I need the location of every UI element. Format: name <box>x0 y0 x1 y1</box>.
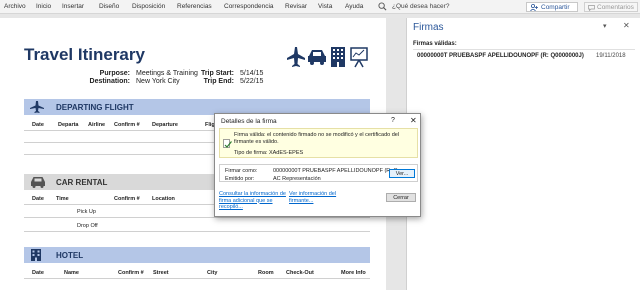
hotel-building-icon <box>31 249 41 261</box>
signature-status-box: Firma válida: el contenido firmado no se… <box>219 128 418 158</box>
column-header: Date <box>32 270 44 276</box>
column-header: Confirm # <box>118 270 144 276</box>
table-rule <box>24 278 370 279</box>
comment-icon <box>588 4 595 11</box>
signer-info-link[interactable]: Ver información del firmante... <box>289 191 347 204</box>
tab-ayuda[interactable]: Ayuda <box>345 3 363 10</box>
car-icon <box>31 177 45 188</box>
destination-value: New York City <box>136 78 180 85</box>
pane-options-icon[interactable]: ▾ <box>603 22 607 30</box>
purpose-value: Meetings & Training <box>136 70 198 77</box>
column-header: Room <box>258 270 274 276</box>
trip-end-label: Trip End: <box>203 78 234 85</box>
help-button[interactable]: ? <box>391 117 395 124</box>
dialog-title: Detalles de la firma <box>221 118 277 125</box>
signer-label: Firmar como: <box>225 168 258 174</box>
signatures-pane: Firmas ▾ ✕ Firmas válidas: 00000000T PRU… <box>406 18 640 290</box>
tab-diseno[interactable]: Diseño <box>99 3 119 10</box>
tell-me-search[interactable]: ¿Qué desea hacer? <box>392 3 449 10</box>
tab-disposicion[interactable]: Disposición <box>132 3 165 10</box>
column-header: Name <box>64 270 79 276</box>
row-label-pick-up: Pick Up <box>77 209 96 215</box>
trip-start-label: Trip Start: <box>200 70 234 77</box>
signature-type: Tipo de firma: XAdES-EPES <box>234 150 304 156</box>
signature-valid-icon <box>223 139 232 148</box>
column-header: Time <box>56 196 69 202</box>
valid-signatures-label: Firmas válidas: <box>413 41 635 50</box>
dialog-close-icon[interactable]: ✕ <box>410 116 417 125</box>
close-button[interactable]: Cerrar <box>386 193 416 202</box>
column-header: Departure <box>152 122 178 128</box>
signature-signer: 00000000T PRUEBASPF APELLIDOUNOPF (R: Q0… <box>417 53 584 59</box>
share-icon <box>530 4 538 11</box>
tab-correspondencia[interactable]: Correspondencia <box>224 3 274 10</box>
issuer-label: Emitido por: <box>225 176 255 182</box>
signature-entry[interactable]: 00000000T PRUEBASPF APELLIDOUNOPF (R: Q0… <box>413 52 635 62</box>
column-header: Confirm # <box>114 196 140 202</box>
airplane-icon <box>287 47 305 67</box>
signature-details-dialog: Detalles de la firma ? ✕ Firma válida: e… <box>214 113 421 217</box>
signature-status-text: Firma válida: el contenido firmado no se… <box>234 132 400 145</box>
column-header: Departa <box>58 122 79 128</box>
document-title: Travel Itinerary <box>24 45 145 64</box>
search-icon[interactable] <box>378 2 387 11</box>
table-rule <box>24 231 370 232</box>
section-title: CAR RENTAL <box>56 178 108 187</box>
section-title: DEPARTING FLIGHT <box>56 103 134 112</box>
tab-referencias[interactable]: Referencias <box>177 3 212 10</box>
column-header: Date <box>32 196 44 202</box>
column-header: Check-Out <box>286 270 314 276</box>
trip-start-value: 5/14/15 <box>240 70 264 77</box>
signer-value: 00000000T PRUEBASPF APELLIDOUNOPF (R: Q.… <box>273 168 403 174</box>
ribbon: Archivo Inicio Insertar Diseño Disposici… <box>0 0 640 14</box>
column-header: Date <box>32 122 44 128</box>
destination-label: Destination: <box>89 78 130 85</box>
pane-title: Firmas <box>413 22 444 33</box>
column-header: City <box>207 270 218 276</box>
column-header: Confirm # <box>114 122 140 128</box>
column-header: Airline <box>88 122 106 128</box>
car-icon <box>308 50 326 65</box>
row-label-drop-off: Drop Off <box>77 223 98 229</box>
column-header: More Info <box>341 270 366 276</box>
travel-icons <box>286 45 370 71</box>
share-button[interactable]: Compartir <box>526 2 578 12</box>
comments-button[interactable]: Comentarios <box>584 2 638 12</box>
purpose-label: Purpose: <box>99 70 130 77</box>
additional-info-link[interactable]: Consultar la información de firma adicio… <box>219 191 287 211</box>
airplane-icon <box>30 101 44 113</box>
trip-end-value: 5/22/15 <box>240 78 264 85</box>
signature-date: 19/11/2018 <box>596 53 626 59</box>
view-certificate-button[interactable]: Ver... <box>389 169 415 178</box>
tab-vista[interactable]: Vista <box>318 3 332 10</box>
column-header: Street <box>153 270 169 276</box>
tab-revisar[interactable]: Revisar <box>285 3 307 10</box>
section-title: HOTEL <box>56 251 84 260</box>
share-label: Compartir <box>541 4 570 11</box>
hotel-building-icon <box>331 47 345 67</box>
tab-insertar[interactable]: Insertar <box>62 3 84 10</box>
tab-archivo[interactable]: Archivo <box>4 3 26 10</box>
column-header: Location <box>152 196 175 202</box>
issuer-value: AC Representación <box>273 176 321 182</box>
presentation-board-icon <box>350 47 368 68</box>
section-hotel: HOTEL <box>24 247 370 263</box>
table-rule <box>24 217 370 218</box>
tab-inicio[interactable]: Inicio <box>36 3 51 10</box>
pane-close-icon[interactable]: ✕ <box>623 21 630 30</box>
comments-label: Comentarios <box>597 4 634 11</box>
